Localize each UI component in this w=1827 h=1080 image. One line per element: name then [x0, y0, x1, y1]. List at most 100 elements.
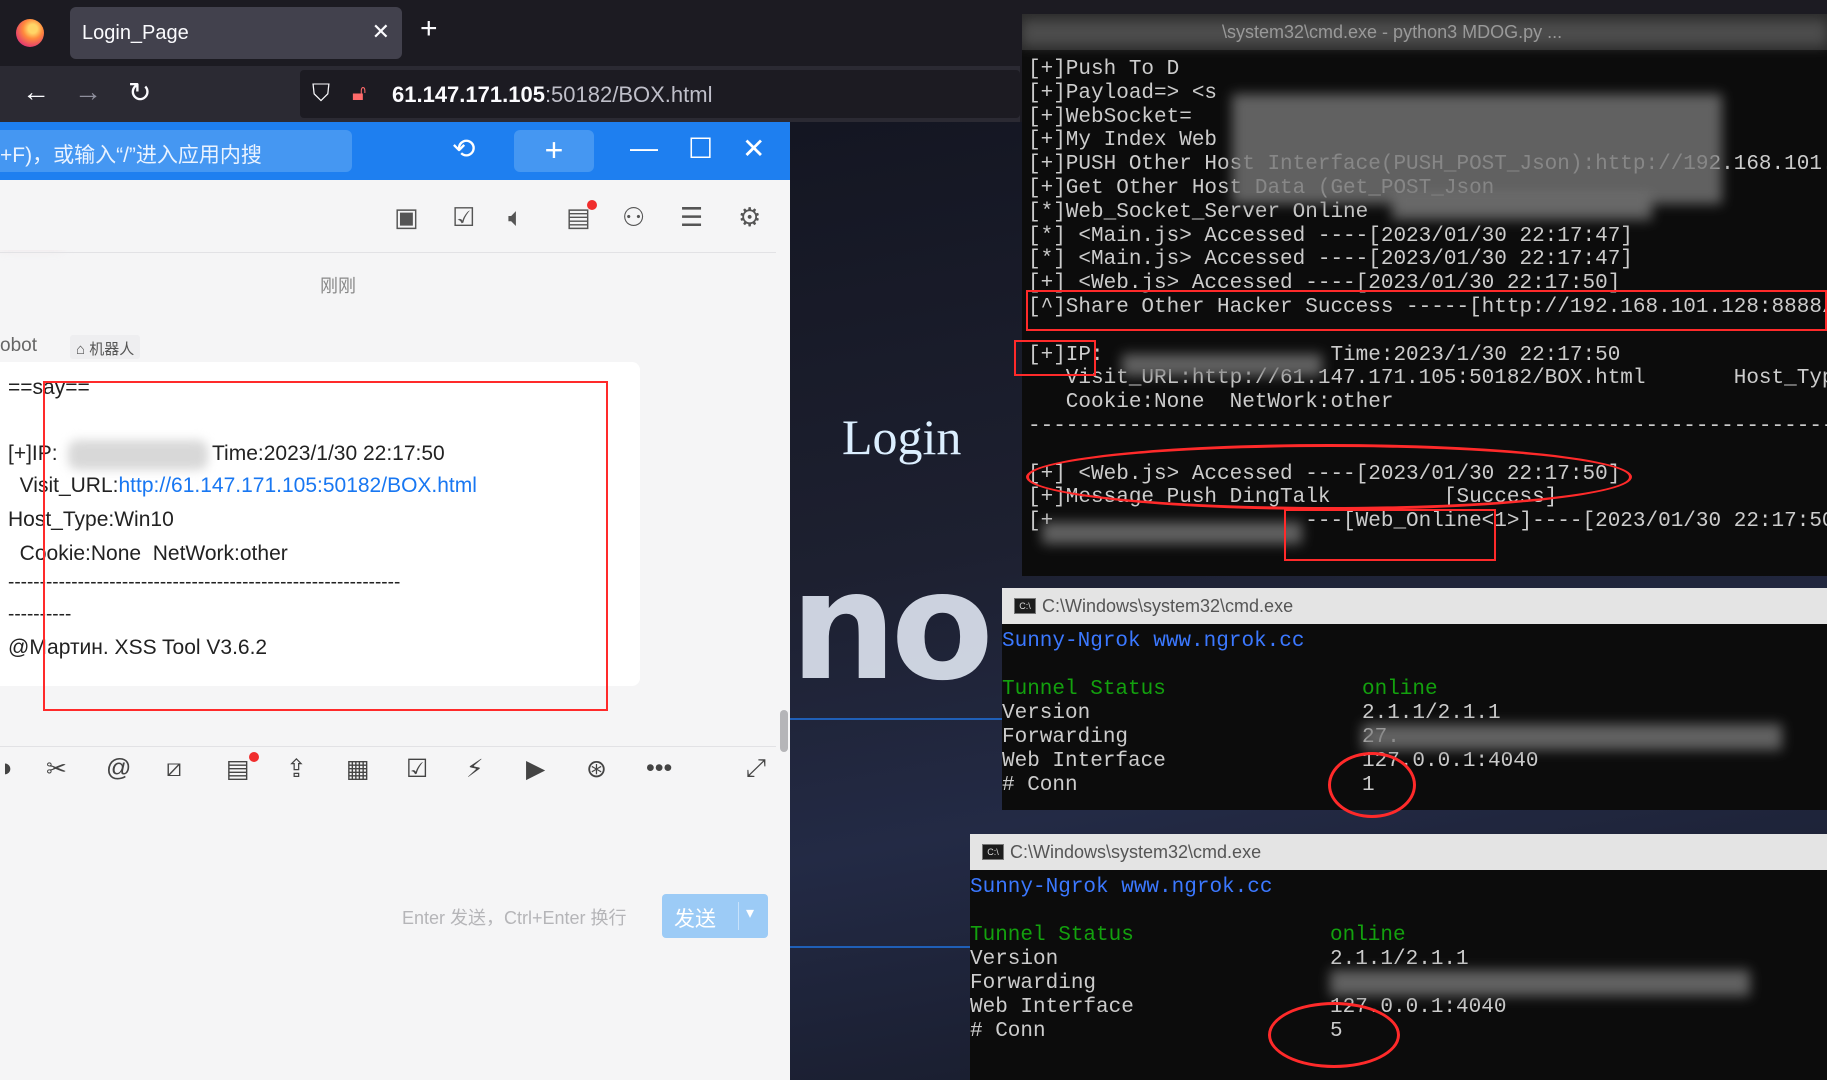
- input-toolbar: ◗ ✂ @ ⧄ ▤ ⇪ ▦ ☑ ⚡︎ ▶ ⊛ ••• ⤢: [0, 742, 790, 792]
- ngrok-banner: Sunny-Ngrok www.ngrok.cc: [1002, 630, 1305, 653]
- settings-gear-icon[interactable]: ⚙: [738, 202, 761, 233]
- url-path: :50182/BOX.html: [544, 82, 713, 107]
- robot-badge: ⌂ 机器人: [70, 335, 141, 359]
- divider: [0, 252, 776, 253]
- cmd-icon: C:\: [1014, 598, 1036, 614]
- ngrok-terminal-2[interactable]: C:\ C:\Windows\system32\cmd.exe Sunny-Ng…: [970, 834, 1827, 1080]
- mention-icon[interactable]: @: [106, 754, 131, 783]
- terminal-line: [+]Push To D: [1028, 58, 1180, 81]
- robot-icon: ⌂: [76, 341, 90, 358]
- ngrok-field-label: Web Interface: [1002, 750, 1166, 773]
- tracking-shield-icon[interactable]: ⛉: [312, 80, 330, 108]
- address-bar[interactable]: ⛉ 🔓︎ 61.147.171.105:50182/BOX.html: [300, 70, 1020, 118]
- terminal-title: \system32\cmd.exe - python3 MDOG.py ...: [1222, 22, 1563, 42]
- annotation-box: [43, 381, 608, 711]
- ngrok-field-label: Tunnel Status: [1002, 678, 1166, 701]
- ngrok-field-label: Version: [970, 948, 1059, 971]
- chat-window: +F)，或输入“/”进入应用内搜 ⟲ + — ☐ ✕ ▣ ☑ 🔈︎ ▤ ⚇ ☰ …: [0, 122, 790, 1080]
- upload-icon[interactable]: ⇪: [286, 754, 307, 784]
- url-text[interactable]: 61.147.171.105:50182/BOX.html: [392, 82, 712, 108]
- redacted-text: [1392, 194, 1652, 220]
- maximize-icon[interactable]: ☐: [688, 132, 713, 165]
- close-tab-icon[interactable]: ✕: [372, 19, 390, 45]
- annotation-box: [1284, 509, 1496, 561]
- ngrok-field-value: online: [1330, 924, 1406, 947]
- ngrok-field-label: Web Interface: [970, 996, 1134, 1019]
- calendar-icon[interactable]: ▦: [346, 754, 370, 784]
- ngrok-field-label: # Conn: [1002, 774, 1078, 797]
- terminal-line: [*] <Main.js> Accessed ----[2023/01/30 2…: [1028, 248, 1633, 272]
- command-icon[interactable]: ⧄: [166, 754, 182, 783]
- chat-title-bar: +F)，或输入“/”进入应用内搜 ⟲ + — ☐ ✕: [0, 122, 790, 180]
- send-label: 发送: [674, 908, 716, 931]
- ngrok-field-label: Forwarding: [970, 972, 1097, 995]
- ngrok-field-value: 2.1.1/2.1.1: [1330, 948, 1469, 971]
- chat-toolbar: ▣ ☑ 🔈︎ ▤ ⚇ ☰ ⚙: [0, 180, 790, 250]
- search-input[interactable]: +F)，或输入“/”进入应用内搜: [0, 130, 352, 172]
- firefox-logo-icon[interactable]: [16, 19, 44, 47]
- terminal-line: [+]WebSocket=: [1028, 105, 1192, 129]
- notification-dot: [587, 200, 597, 210]
- annotation-ellipse: [1268, 1002, 1400, 1068]
- terminal-title-bar: C:\ C:\Windows\system32\cmd.exe: [1002, 588, 1827, 624]
- reload-icon[interactable]: ↻: [128, 76, 151, 109]
- insecure-lock-icon[interactable]: 🔓︎: [352, 80, 366, 106]
- history-icon[interactable]: ⟲: [452, 132, 475, 165]
- ngrok-banner: Sunny-Ngrok www.ngrok.cc: [970, 876, 1273, 899]
- cmd-icon: C:\: [982, 844, 1004, 860]
- annotation-ellipse: [1328, 752, 1416, 818]
- search-chat-icon[interactable]: ☰: [680, 202, 703, 233]
- emoji-icon[interactable]: ◗: [0, 754, 15, 783]
- send-options-icon[interactable]: ▾: [746, 903, 754, 923]
- redacted-block: [1232, 94, 1722, 204]
- ngrok-field-label: Tunnel Status: [970, 924, 1134, 947]
- back-arrow-icon[interactable]: ←: [22, 76, 50, 108]
- annotation-ellipse: [1026, 444, 1632, 510]
- terminal-title: C:\Windows\system32\cmd.exe: [1010, 842, 1262, 862]
- annotation-box: [1026, 290, 1827, 331]
- ngrok-field-label: Version: [1002, 702, 1091, 725]
- add-button[interactable]: +: [514, 130, 594, 172]
- live-icon[interactable]: ▶: [526, 754, 545, 784]
- lightning-icon[interactable]: ⚡︎: [466, 754, 484, 784]
- ngrok-field-value: online: [1362, 678, 1438, 701]
- robot-tag-label: 机器人: [89, 341, 135, 358]
- stamp-icon[interactable]: ⊛: [586, 754, 607, 784]
- terminal-line: [+]Payload=> <s: [1028, 81, 1218, 105]
- send-button[interactable]: 发送 ▾: [662, 894, 768, 938]
- minimize-icon[interactable]: —: [630, 132, 658, 164]
- terminal-line: [*] <Main.js> Accessed ----[2023/01/30 2…: [1028, 224, 1633, 248]
- todo-check-icon[interactable]: ☑: [406, 754, 428, 784]
- terminal-line: Cookie:None NetWork:other: [1028, 391, 1394, 415]
- url-host: 61.147.171.105: [392, 82, 545, 107]
- sender-name: obot: [0, 335, 37, 356]
- add-doc-icon[interactable]: ▤: [226, 754, 250, 784]
- expand-icon[interactable]: ⤢: [746, 754, 766, 783]
- terminal-title: C:\Windows\system32\cmd.exe: [1042, 596, 1294, 616]
- login-heading: Login: [842, 409, 962, 465]
- speaker-icon[interactable]: 🔈︎: [508, 202, 524, 234]
- notification-dot: [249, 752, 259, 762]
- terminal-title-bar: \system32\cmd.exe - python3 MDOG.py ...: [1022, 14, 1827, 50]
- terminal-line: [*]Web_Socket_Server Online: [1028, 200, 1369, 224]
- screen: { "browser": { "tab_title": "Login_Page"…: [0, 0, 1827, 1080]
- more-icon[interactable]: •••: [646, 754, 672, 783]
- annotation-box: [1014, 340, 1096, 376]
- browser-tab[interactable]: Login_Page ✕: [70, 7, 402, 59]
- close-window-icon[interactable]: ✕: [742, 132, 765, 165]
- task-check-icon[interactable]: ☑: [452, 202, 475, 233]
- browser-nav-bar: ← → ↻ ⛉ 🔓︎ 61.147.171.105:50182/BOX.html: [0, 66, 1020, 122]
- new-tab-button[interactable]: +: [420, 14, 438, 44]
- message-time: 刚刚: [320, 276, 356, 296]
- terminal-title-bar: C:\ C:\Windows\system32\cmd.exe: [970, 834, 1827, 870]
- terminal-line: ----------------------------------------…: [1028, 415, 1827, 438]
- scissors-icon[interactable]: ✂: [46, 754, 67, 784]
- forward-arrow-icon[interactable]: →: [74, 76, 102, 108]
- ngrok-field-label: Forwarding: [1002, 726, 1129, 749]
- redacted-forwarding: [1362, 724, 1782, 750]
- decorative-line: [790, 946, 1000, 948]
- redacted-text: [1042, 522, 1302, 544]
- video-icon[interactable]: ▣: [394, 202, 419, 233]
- tab-title: Login_Page: [82, 22, 189, 44]
- add-user-icon[interactable]: ⚇: [622, 202, 645, 233]
